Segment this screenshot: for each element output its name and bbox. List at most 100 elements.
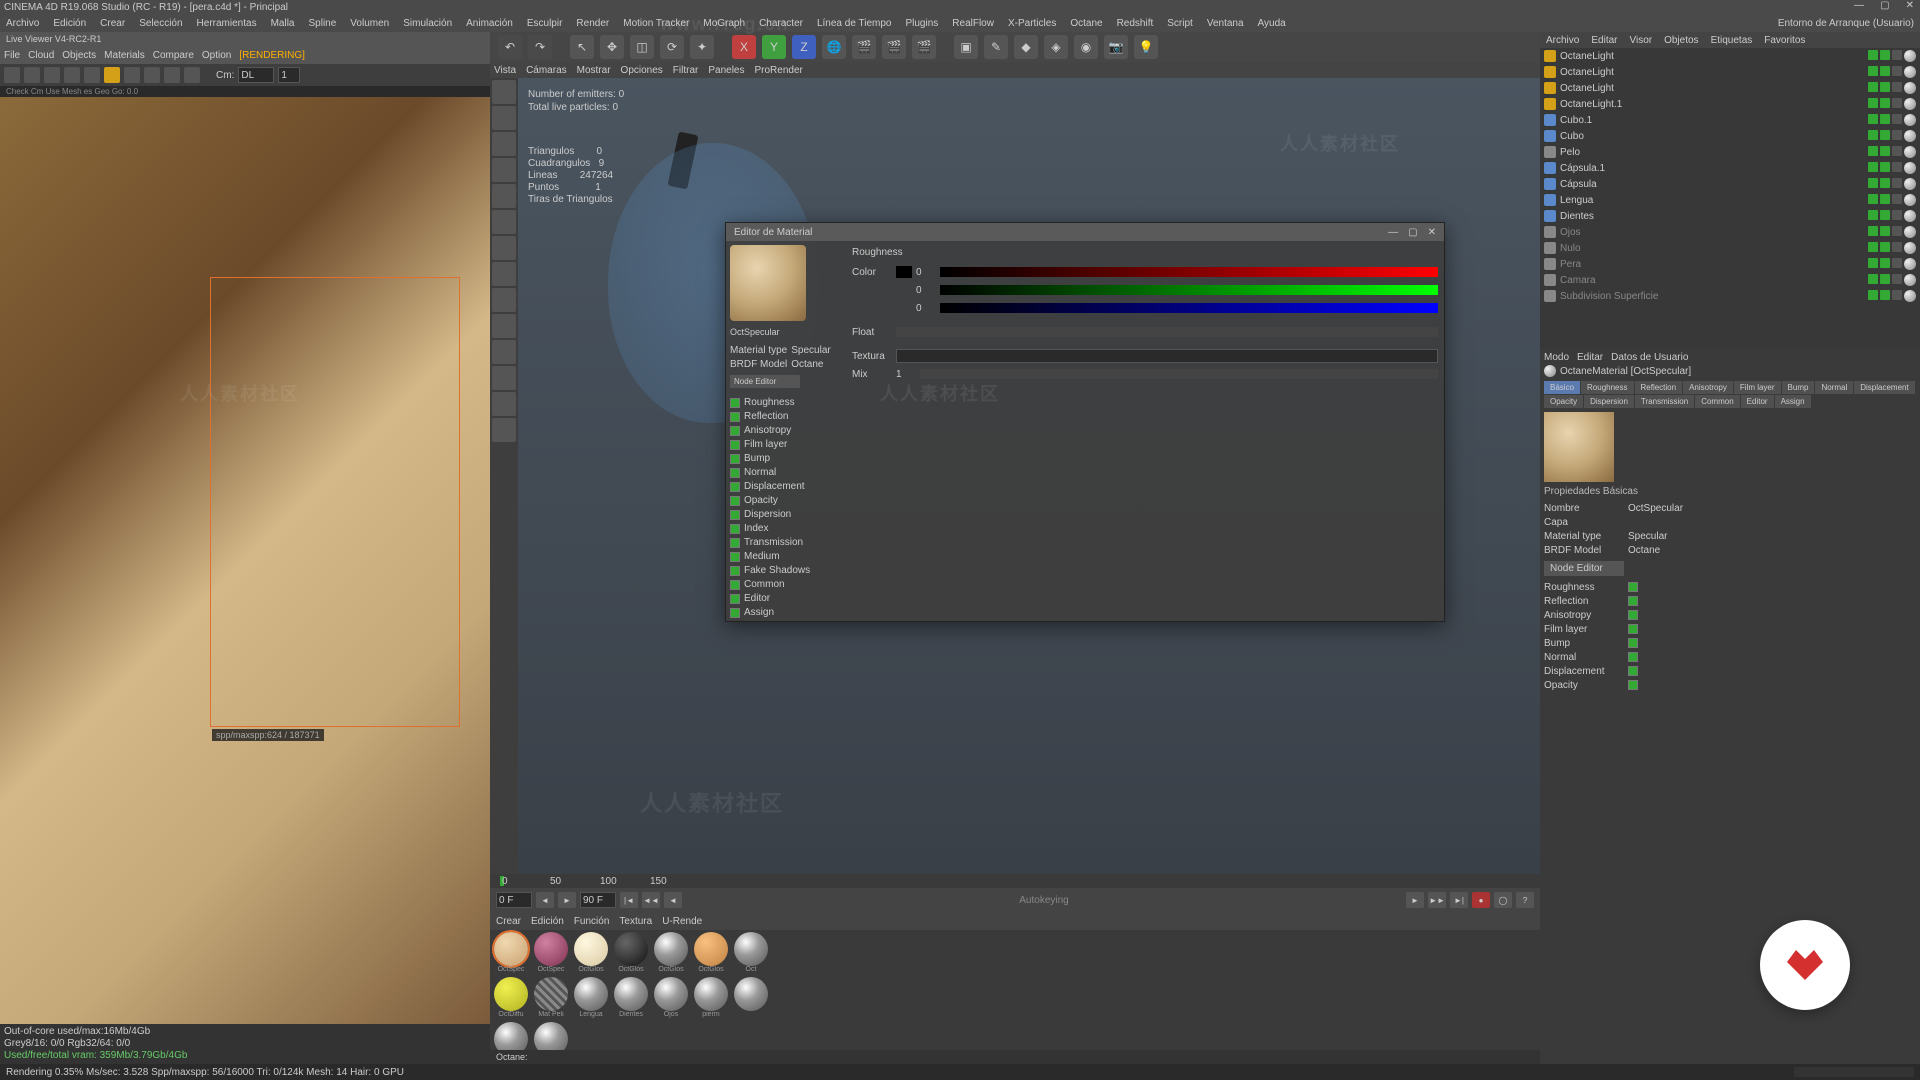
visibility-render-toggle[interactable]	[1880, 274, 1890, 284]
move-tool[interactable]: ✥	[600, 35, 624, 59]
select-tool[interactable]: ↖	[570, 35, 594, 59]
prim-env-icon[interactable]: ◉	[1074, 35, 1098, 59]
object-row[interactable]: Ojos	[1540, 224, 1920, 240]
mode-s-icon[interactable]	[492, 340, 516, 364]
visibility-render-toggle[interactable]	[1880, 226, 1890, 236]
visibility-editor-toggle[interactable]	[1868, 210, 1878, 220]
frame-current[interactable]: 0 F	[496, 892, 532, 908]
me-channel-row[interactable]: Film layer	[730, 438, 842, 452]
object-tag-icon[interactable]	[1904, 114, 1916, 126]
visibility-render-toggle[interactable]	[1880, 146, 1890, 156]
visibility-editor-toggle[interactable]	[1868, 98, 1878, 108]
material-editor-window[interactable]: Editor de Material — ▢ ✕ OctSpecular Mat…	[725, 222, 1445, 622]
menu-character[interactable]: Character	[759, 18, 803, 29]
me-channel-row[interactable]: Editor	[730, 592, 842, 606]
menu-ventana[interactable]: Ventana	[1207, 18, 1244, 29]
menu-herramientas[interactable]: Herramientas	[197, 18, 257, 29]
vp-tab-opciones[interactable]: Opciones	[621, 65, 663, 76]
object-row[interactable]: OctaneLight	[1540, 48, 1920, 64]
goto-start-icon[interactable]: |◄	[620, 892, 638, 908]
visibility-dot[interactable]	[1892, 162, 1902, 172]
me-mtype-value[interactable]: Specular	[791, 345, 830, 356]
me-channel-check[interactable]	[730, 468, 740, 478]
attr-tab-assign[interactable]: Assign	[1775, 395, 1811, 408]
material-swatch[interactable]	[694, 977, 728, 1011]
me-channel-row[interactable]: Common	[730, 578, 842, 592]
visibility-render-toggle[interactable]	[1880, 242, 1890, 252]
material-swatch[interactable]	[654, 932, 688, 966]
visibility-render-toggle[interactable]	[1880, 194, 1890, 204]
timeline[interactable]: 0 50 100 150	[490, 874, 1540, 888]
menu-script[interactable]: Script	[1167, 18, 1193, 29]
menu-realflow[interactable]: RealFlow	[952, 18, 994, 29]
lv-compare[interactable]: Compare	[153, 50, 194, 61]
prim-cube-icon[interactable]: ▣	[954, 35, 978, 59]
attr-tab-common[interactable]: Common	[1695, 395, 1739, 408]
material-swatch[interactable]	[614, 932, 648, 966]
lv-region-icon[interactable]	[144, 67, 160, 83]
attr-tab-editor[interactable]: Editor	[1741, 395, 1774, 408]
visibility-dot[interactable]	[1892, 290, 1902, 300]
scale-tool[interactable]: ◫	[630, 35, 654, 59]
attr-tab-aniso[interactable]: Anisotropy	[1683, 381, 1733, 394]
material-swatch[interactable]	[734, 932, 768, 966]
visibility-editor-toggle[interactable]	[1868, 82, 1878, 92]
attr-tab-disp[interactable]: Displacement	[1854, 381, 1914, 394]
mode-layers-icon[interactable]	[492, 392, 516, 416]
me-channel-check[interactable]	[730, 538, 740, 548]
me-mix-value[interactable]: 1	[896, 369, 916, 380]
key-auto-icon[interactable]: ◯	[1494, 892, 1512, 908]
visibility-editor-toggle[interactable]	[1868, 290, 1878, 300]
lv-cloud[interactable]: Cloud	[28, 50, 54, 61]
me-channel-check[interactable]	[730, 608, 740, 618]
mode-axis-icon[interactable]	[492, 262, 516, 286]
attr-checkbox[interactable]	[1628, 596, 1638, 606]
obj-objetos[interactable]: Objetos	[1664, 35, 1698, 46]
me-texture-field[interactable]	[896, 349, 1438, 363]
menu-octane[interactable]: Octane	[1070, 18, 1102, 29]
visibility-dot[interactable]	[1892, 258, 1902, 268]
visibility-editor-toggle[interactable]	[1868, 226, 1878, 236]
mode-texture-icon[interactable]	[492, 132, 516, 156]
live-viewer-render[interactable]: spp/maxspp:624 / 187371	[0, 97, 490, 1024]
object-row[interactable]: Camara	[1540, 272, 1920, 288]
prim-def-icon[interactable]: ◈	[1044, 35, 1068, 59]
visibility-dot[interactable]	[1892, 114, 1902, 124]
visibility-render-toggle[interactable]	[1880, 290, 1890, 300]
visibility-render-toggle[interactable]	[1880, 66, 1890, 76]
vp-tab-filtrar[interactable]: Filtrar	[673, 65, 699, 76]
me-r-slider[interactable]	[940, 267, 1438, 277]
object-row[interactable]: Pelo	[1540, 144, 1920, 160]
menu-volumen[interactable]: Volumen	[350, 18, 389, 29]
mode-polys-icon[interactable]	[492, 236, 516, 260]
mat-textura[interactable]: Textura	[619, 916, 652, 927]
me-channel-row[interactable]: Index	[730, 522, 842, 536]
me-channel-check[interactable]	[730, 510, 740, 520]
me-channel-row[interactable]: Bump	[730, 452, 842, 466]
vp-tab-mostrar[interactable]: Mostrar	[577, 65, 611, 76]
record-icon[interactable]: ●	[1472, 892, 1490, 908]
object-tag-icon[interactable]	[1904, 226, 1916, 238]
object-tag-icon[interactable]	[1904, 162, 1916, 174]
object-row[interactable]: Cubo	[1540, 128, 1920, 144]
material-swatch[interactable]	[494, 977, 528, 1011]
visibility-render-toggle[interactable]	[1880, 50, 1890, 60]
mode-workplane-icon[interactable]	[492, 158, 516, 182]
obj-favoritos[interactable]: Favoritos	[1764, 35, 1805, 46]
me-channel-row[interactable]: Dispersion	[730, 508, 842, 522]
me-channel-check[interactable]	[730, 482, 740, 492]
me-b-slider[interactable]	[940, 303, 1438, 313]
world-axis-button[interactable]: 🌐	[822, 35, 846, 59]
attr-tab-dispersion[interactable]: Dispersion	[1584, 395, 1634, 408]
object-row[interactable]: OctaneLight.1	[1540, 96, 1920, 112]
material-swatch[interactable]	[694, 932, 728, 966]
attr-checkbox[interactable]	[1628, 666, 1638, 676]
object-tag-icon[interactable]	[1904, 290, 1916, 302]
me-g-slider[interactable]	[940, 285, 1438, 295]
menu-crear[interactable]: Crear	[100, 18, 125, 29]
mat-urender[interactable]: U-Rende	[662, 916, 702, 927]
clapper3-icon[interactable]: 🎬	[912, 35, 936, 59]
obj-etiquetas[interactable]: Etiquetas	[1711, 35, 1753, 46]
frame-end[interactable]: 90 F	[580, 892, 616, 908]
me-channel-check[interactable]	[730, 412, 740, 422]
